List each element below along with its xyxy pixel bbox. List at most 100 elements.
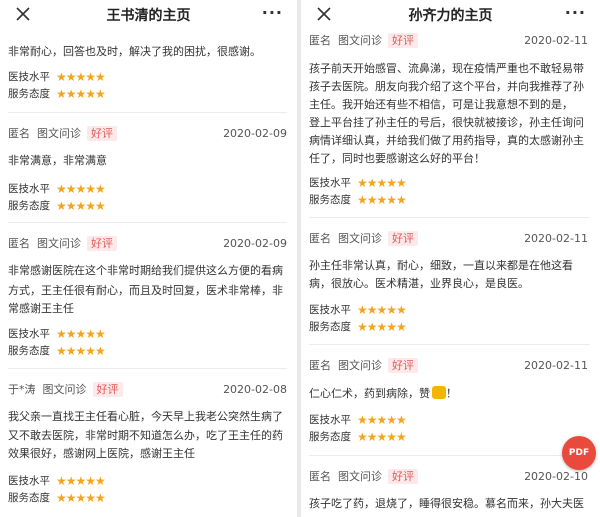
- skill-rating: 医技水平 ★★★★★: [8, 327, 106, 341]
- star-icons: ★★★★★: [357, 193, 407, 207]
- right-more-icon[interactable]: ···: [565, 3, 586, 22]
- review-text: 登上平台挂了孙主任的号后，很快就被接诊，孙主任询问: [309, 116, 584, 129]
- consult-method: 图文问诊: [338, 359, 382, 372]
- left-top-bar: 王书清的主页 ···: [0, 0, 297, 30]
- skill-label: 医技水平: [8, 71, 50, 83]
- divider: [8, 368, 287, 369]
- review-header: 匿名 图文问诊 好评: [309, 231, 418, 246]
- skill-rating: 医技水平 ★★★★★: [309, 176, 407, 190]
- review-text: 又不敢去医院，非常时期不知道怎么办，吃了王主任的药: [8, 429, 283, 442]
- review-header: 匿名 图文问诊 好评: [309, 33, 418, 48]
- review-header: 匿名 图文问诊 好评: [8, 236, 117, 251]
- service-rating: 服务态度 ★★★★★: [8, 344, 106, 358]
- review-text: 病情详细认真，并给我们做了用药指导，真的太感谢孙主: [309, 134, 584, 147]
- consult-method: 图文问诊: [338, 232, 382, 245]
- star-icons: ★★★★★: [357, 303, 407, 317]
- service-label: 服务态度: [309, 194, 351, 206]
- consult-method: 图文问诊: [338, 34, 382, 47]
- service-rating: 服务态度 ★★★★★: [309, 320, 407, 334]
- review-text: 孩子前天开始感冒、流鼻涕，现在疫情严重也不敢轻易带: [309, 62, 584, 75]
- skill-rating: 医技水平 ★★★★★: [309, 413, 407, 427]
- review-text: 非常感谢医院在这个非常时期给我们提供这么方便的看病: [8, 264, 283, 277]
- review-text: 非常满意，非常满意: [8, 154, 107, 167]
- good-review-badge: 好评: [388, 469, 418, 484]
- review-date: 2020-02-11: [524, 34, 588, 47]
- review-text: 任了，同时也要感谢这么好的平台！: [309, 152, 485, 165]
- consult-method: 图文问诊: [37, 127, 81, 140]
- good-review-badge: 好评: [92, 382, 123, 397]
- service-label: 服务态度: [8, 345, 50, 357]
- consult-method: 图文问诊: [37, 237, 81, 250]
- review-text-content: 仁心仁术，药到病除，赞: [309, 387, 430, 400]
- skill-rating: 医技水平 ★★★★★: [8, 474, 106, 488]
- good-review-badge: 好评: [388, 358, 418, 373]
- review-date: 2020-02-08: [223, 383, 287, 396]
- review-header: 匿名 图文问诊 好评: [8, 126, 117, 141]
- divider: [309, 217, 590, 218]
- star-icons: ★★★★★: [56, 199, 106, 213]
- review-text: 非常耐心，回答也及时，解决了我的困扰，很感谢。: [8, 45, 261, 58]
- skill-rating: 医技水平 ★★★★★: [8, 182, 106, 196]
- consult-method: 图文问诊: [42, 383, 87, 396]
- good-review-badge: 好评: [87, 126, 117, 141]
- service-label: 服务态度: [309, 431, 351, 443]
- pdf-button[interactable]: PDF: [562, 436, 596, 470]
- skill-label: 医技水平: [8, 475, 50, 487]
- review-date: 2020-02-11: [524, 359, 588, 372]
- skill-label: 医技水平: [309, 414, 351, 426]
- star-icons: ★★★★★: [56, 491, 106, 505]
- divider: [309, 455, 590, 456]
- right-panel: 孙齐力的主页 ··· 匿名 图文问诊 好评 2020-02-11 孩子前天开始感冒…: [301, 0, 600, 517]
- right-page-title: 孙齐力的主页: [408, 8, 493, 24]
- service-label: 服务态度: [8, 200, 50, 212]
- service-rating: 服务态度 ★★★★★: [309, 193, 407, 207]
- left-page-title: 王书清的主页: [106, 8, 191, 24]
- divider: [8, 112, 287, 113]
- star-icons: ★★★★★: [357, 413, 407, 427]
- review-text: 常感谢王主任: [8, 302, 74, 315]
- thumbs-up-icon: [432, 386, 446, 399]
- left-more-icon[interactable]: ···: [262, 3, 283, 22]
- star-icons: ★★★★★: [56, 182, 106, 196]
- review-date: 2020-02-09: [223, 237, 287, 250]
- skill-label: 医技水平: [8, 183, 50, 195]
- review-header: 于*涛 图文问诊 好评: [8, 382, 123, 397]
- review-text: 效果很好，感谢网上医院，感谢王主任: [8, 447, 195, 460]
- reviewer-name: 匿名: [309, 470, 331, 483]
- review-text: 病，很放心。医术精湛，业界良心，是良医。: [309, 277, 529, 290]
- divider: [309, 344, 590, 345]
- divider: [8, 222, 287, 223]
- star-icons: ★★★★★: [56, 70, 106, 84]
- service-label: 服务态度: [8, 88, 50, 100]
- review-text: 仁心仁术，药到病除，赞 ！: [309, 386, 457, 401]
- reviewer-name: 于*涛: [8, 383, 36, 396]
- skill-rating: 医技水平 ★★★★★: [309, 303, 407, 317]
- service-rating: 服务态度 ★★★★★: [8, 199, 106, 213]
- review-text-trail: ！: [446, 387, 457, 400]
- review-text: 孙主任非常认真，耐心，细致，一直以来都是在他这看: [309, 259, 573, 272]
- reviewer-name: 匿名: [8, 127, 30, 140]
- review-header: 匿名 图文问诊 好评: [309, 469, 418, 484]
- skill-rating: 医技水平 ★★★★★: [8, 70, 106, 84]
- star-icons: ★★★★★: [357, 430, 407, 444]
- review-text: 方式，王主任很有耐心，而且及时回复，医术非常棒，非: [8, 284, 283, 297]
- skill-label: 医技水平: [309, 304, 351, 316]
- consult-method: 图文问诊: [338, 470, 382, 483]
- reviewer-name: 匿名: [309, 34, 331, 47]
- good-review-badge: 好评: [87, 236, 117, 251]
- reviewer-name: 匿名: [309, 359, 331, 372]
- reviewer-name: 匿名: [8, 237, 30, 250]
- review-date: 2020-02-10: [524, 470, 588, 483]
- skill-label: 医技水平: [8, 328, 50, 340]
- star-icons: ★★★★★: [56, 474, 106, 488]
- service-label: 服务态度: [8, 492, 50, 504]
- review-header: 匿名 图文问诊 好评: [309, 358, 418, 373]
- good-review-badge: 好评: [388, 33, 418, 48]
- service-rating: 服务态度 ★★★★★: [309, 430, 407, 444]
- review-text: 主任。我开始还有些不相信，可是让我意想不到的是，: [309, 98, 573, 111]
- review-text: 孩子吃了药，退烧了，睡得很安稳。慕名而来，孙大夫医: [309, 497, 584, 510]
- review-date: 2020-02-09: [223, 127, 287, 140]
- good-review-badge: 好评: [388, 231, 418, 246]
- left-panel: 王书清的主页 ··· 非常耐心，回答也及时，解决了我的困扰，很感谢。 医技水平 ★…: [0, 0, 297, 517]
- service-rating: 服务态度 ★★★★★: [8, 87, 106, 101]
